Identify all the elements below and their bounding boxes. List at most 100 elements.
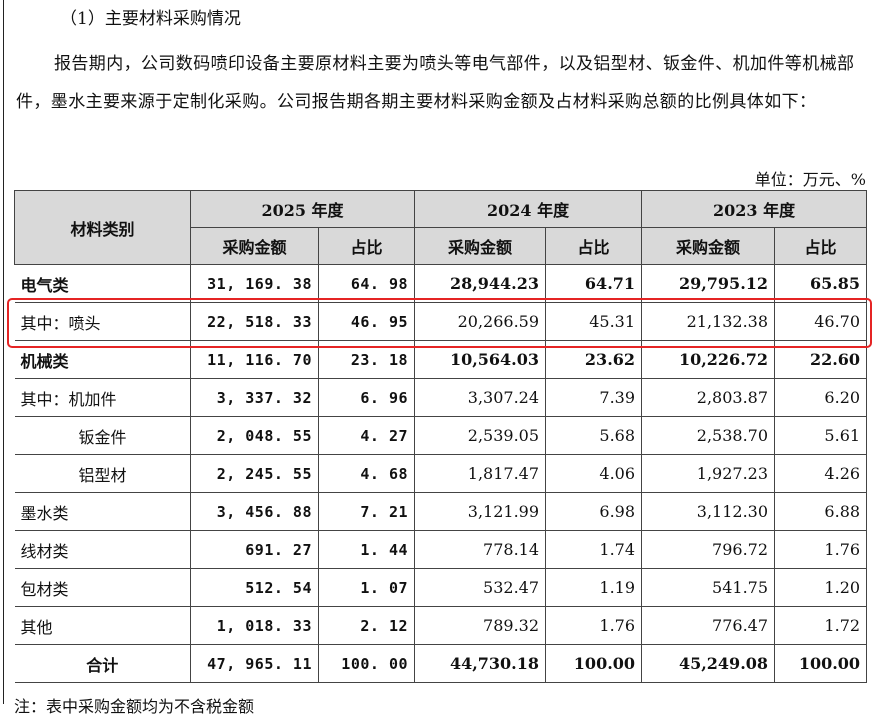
- row-label: 合计: [14, 644, 191, 683]
- cell-ratio-2024: 7.39: [545, 378, 643, 417]
- cell-amount-2024: 1,817.47: [414, 454, 547, 493]
- row-label: 线材类: [14, 530, 191, 569]
- cell-ratio-2023: 1.20: [774, 568, 868, 607]
- header-row-years: 材料类别 2025 年度 2024 年度 2023 年度: [14, 190, 868, 265]
- cell-amount-2024: 3,121.99: [414, 492, 547, 531]
- intro-paragraph: 报告期内，公司数码喷印设备主要原材料主要为喷头等电气部件，以及铝型材、钣金件、机…: [16, 45, 868, 121]
- cell-ratio-2024: 45.31: [545, 302, 643, 341]
- cell-amount-2023: 3,112.30: [641, 492, 776, 531]
- cell-amount-2024: 3,307.24: [414, 378, 547, 417]
- category-header: 材料类别: [14, 190, 191, 265]
- cell-amount-2023: 29,795.12: [641, 264, 776, 303]
- cell-ratio-2025: 4. 27: [318, 416, 416, 455]
- cell-amount-2025: 3, 337. 32: [190, 378, 319, 417]
- cell-amount-2024: 20,266.59: [414, 302, 547, 341]
- cell-ratio-2025: 1. 07: [318, 568, 416, 607]
- row-label: 其他: [14, 606, 191, 645]
- table-row-mechanical: 机械类 11, 116. 70 23. 18 10,564.03 23.62 1…: [14, 340, 868, 379]
- cell-ratio-2024: 1.76: [545, 606, 643, 645]
- row-label: 其中：喷头: [14, 302, 191, 341]
- cell-amount-2025: 3, 456. 88: [190, 492, 319, 531]
- cell-amount-2023: 1,927.23: [641, 454, 776, 493]
- cell-ratio-2025: 7. 21: [318, 492, 416, 531]
- row-label: 包材类: [14, 568, 191, 607]
- table-row-wire: 线材类 691. 27 1. 44 778.14 1.74 796.72 1.7…: [14, 530, 868, 569]
- table-footnote: 注：表中采购金额均为不含税金额: [14, 697, 255, 716]
- cell-ratio-2024: 5.68: [545, 416, 643, 455]
- cell-ratio-2025: 23. 18: [318, 340, 416, 379]
- table-row-machined: 其中：机加件 3, 337. 32 6. 96 3,307.24 7.39 2,…: [14, 378, 868, 417]
- cell-ratio-2023: 6.88: [774, 492, 868, 531]
- cell-amount-2025: 1, 018. 33: [190, 606, 319, 645]
- cell-ratio-2023: 22.60: [774, 340, 868, 379]
- cell-amount-2023: 10,226.72: [641, 340, 776, 379]
- row-label: 机械类: [14, 340, 191, 379]
- cell-ratio-2024: 1.74: [545, 530, 643, 569]
- table-row-other: 其他 1, 018. 33 2. 12 789.32 1.76 776.47 1…: [14, 606, 868, 645]
- cell-ratio-2023: 46.70: [774, 302, 868, 341]
- table-row-total: 合计 47, 965. 11 100. 00 44,730.18 100.00 …: [14, 644, 868, 683]
- cell-amount-2023: 2,538.70: [641, 416, 776, 455]
- cell-ratio-2025: 64. 98: [318, 264, 416, 303]
- cell-ratio-2025: 1. 44: [318, 530, 416, 569]
- cell-amount-2025: 2, 048. 55: [190, 416, 319, 455]
- cell-ratio-2025: 2. 12: [318, 606, 416, 645]
- purchase-table: 材料类别 2025 年度 2024 年度 2023 年度 采购金额 占比 采购金…: [14, 190, 868, 683]
- cell-amount-2025: 22, 518. 33: [190, 302, 319, 341]
- cell-amount-2024: 2,539.05: [414, 416, 547, 455]
- cell-amount-2023: 45,249.08: [641, 644, 776, 683]
- row-label: 其中：机加件: [14, 378, 191, 417]
- cell-ratio-2024: 1.19: [545, 568, 643, 607]
- cell-amount-2024: 778.14: [414, 530, 547, 569]
- cell-amount-2024: 44,730.18: [414, 644, 547, 683]
- table-row-ink: 墨水类 3, 456. 88 7. 21 3,121.99 6.98 3,112…: [14, 492, 868, 531]
- cell-amount-2023: 21,132.38: [641, 302, 776, 341]
- cell-ratio-2025: 46. 95: [318, 302, 416, 341]
- intro-paragraph-text: 报告期内，公司数码喷印设备主要原材料主要为喷头等电气部件，以及铝型材、钣金件、机…: [16, 54, 855, 112]
- cell-ratio-2024: 6.98: [545, 492, 643, 531]
- cell-ratio-2023: 100.00: [774, 644, 868, 683]
- table-row-aluminum: 铝型材 2, 245. 55 4. 68 1,817.47 4.06 1,927…: [14, 454, 868, 493]
- cell-amount-2025: 31, 169. 38: [190, 264, 319, 303]
- cell-amount-2025: 512. 54: [190, 568, 319, 607]
- cell-ratio-2023: 1.72: [774, 606, 868, 645]
- cell-ratio-2024: 100.00: [545, 644, 643, 683]
- cell-amount-2024: 789.32: [414, 606, 547, 645]
- year-header-2025: 2025 年度: [189, 190, 416, 228]
- table-row-sheet-metal: 钣金件 2, 048. 55 4. 27 2,539.05 5.68 2,538…: [14, 416, 868, 455]
- amount-header: 采购金额: [641, 227, 776, 265]
- cell-amount-2023: 2,803.87: [641, 378, 776, 417]
- cell-ratio-2023: 65.85: [774, 264, 868, 303]
- cell-ratio-2025: 6. 96: [318, 378, 416, 417]
- cell-amount-2025: 11, 116. 70: [190, 340, 319, 379]
- cell-amount-2024: 10,564.03: [414, 340, 547, 379]
- cell-ratio-2025: 100. 00: [318, 644, 416, 683]
- cell-ratio-2023: 5.61: [774, 416, 868, 455]
- ratio-header: 占比: [774, 227, 868, 265]
- cell-amount-2023: 541.75: [641, 568, 776, 607]
- cell-ratio-2024: 64.71: [545, 264, 643, 303]
- year-header-2023: 2023 年度: [641, 190, 868, 228]
- cell-ratio-2025: 4. 68: [318, 454, 416, 493]
- unit-label: 单位：万元、%: [754, 170, 866, 189]
- amount-header: 采购金额: [190, 227, 319, 265]
- cell-amount-2023: 796.72: [641, 530, 776, 569]
- table-row-electrical: 电气类 31, 169. 38 64. 98 28,944.23 64.71 2…: [14, 264, 868, 303]
- table-row-packaging: 包材类 512. 54 1. 07 532.47 1.19 541.75 1.2…: [14, 568, 868, 607]
- year-header-2024: 2024 年度: [414, 190, 643, 228]
- cell-ratio-2023: 1.76: [774, 530, 868, 569]
- cell-ratio-2023: 4.26: [774, 454, 868, 493]
- cell-ratio-2023: 6.20: [774, 378, 868, 417]
- row-label: 墨水类: [14, 492, 191, 531]
- amount-header: 采购金额: [414, 227, 547, 265]
- row-label: 铝型材: [14, 454, 191, 493]
- table-row-nozzle: 其中：喷头 22, 518. 33 46. 95 20,266.59 45.31…: [14, 302, 868, 341]
- cell-ratio-2024: 4.06: [545, 454, 643, 493]
- row-label: 电气类: [14, 264, 191, 303]
- ratio-header: 占比: [545, 227, 643, 265]
- cell-ratio-2024: 23.62: [545, 340, 643, 379]
- cell-amount-2024: 532.47: [414, 568, 547, 607]
- cell-amount-2023: 776.47: [641, 606, 776, 645]
- page-left-border: [3, 0, 4, 704]
- cell-amount-2025: 691. 27: [190, 530, 319, 569]
